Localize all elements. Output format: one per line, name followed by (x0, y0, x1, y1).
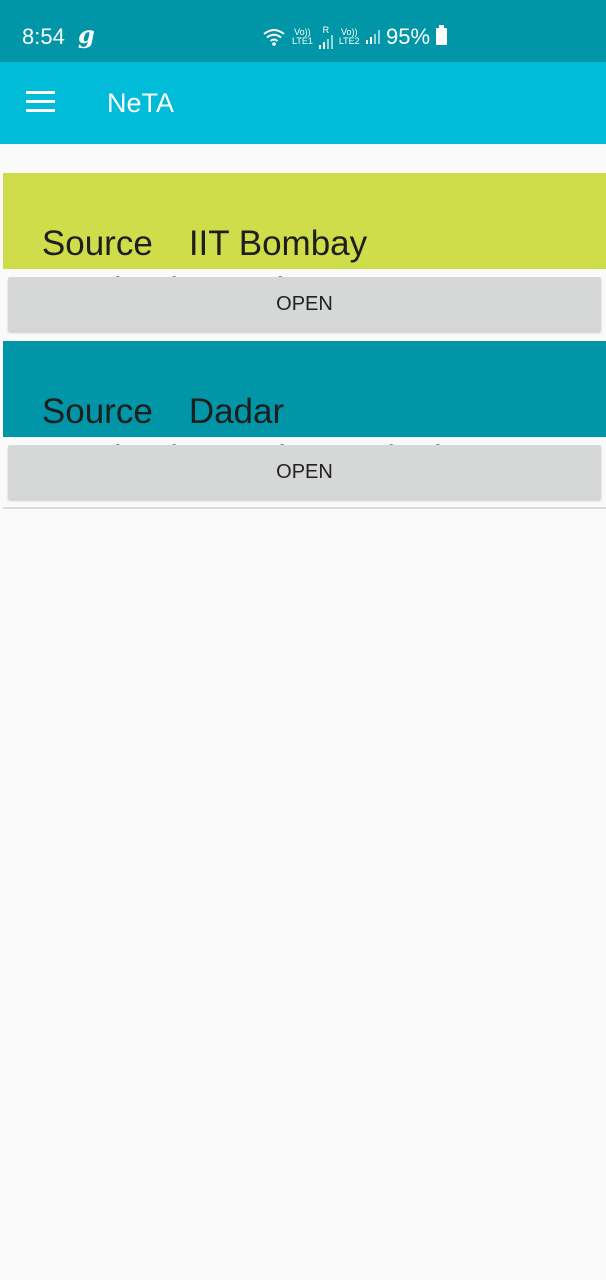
route-source-row: Source Dadar (3, 341, 606, 431)
status-bar: 8:54 g Vo)) LTE1 R Vo)) LTE2 95% (0, 0, 606, 62)
lte2-label: LTE2 (338, 36, 360, 46)
roaming-label: R (322, 24, 330, 35)
source-value: IIT Bombay (188, 224, 368, 263)
hamburger-menu-icon[interactable] (26, 91, 56, 115)
battery-icon (436, 25, 447, 45)
route-card: SourceIIT Bombay DestinationAirport (3, 173, 606, 310)
network-1-label: Vo)) LTE1 (292, 28, 313, 46)
open-button[interactable]: OPEN (8, 445, 601, 499)
source-label: Source (41, 224, 153, 263)
status-icons: Vo)) LTE1 R Vo)) LTE2 (262, 24, 380, 50)
lte1-label: LTE1 (292, 36, 313, 46)
app-bar: NeTA (0, 62, 606, 144)
source-label: Source (41, 392, 153, 431)
network-1-signal: R (318, 24, 333, 49)
signal-icon (318, 34, 333, 49)
signal-icon (365, 30, 380, 44)
route-source-row: Source IIT Bombay (3, 173, 606, 263)
notification-icon: g (78, 20, 95, 49)
route-card: SourceDadar DestinationHiranandani (3, 341, 606, 478)
source-value: Dadar (188, 392, 285, 431)
list-divider (3, 507, 606, 509)
status-time: 8:54 (22, 24, 65, 49)
battery-percent: 95% (386, 24, 431, 49)
wifi-icon (263, 29, 285, 46)
open-button[interactable]: OPEN (8, 277, 601, 331)
app-title: NeTA (107, 88, 175, 118)
network-2-label: Vo)) LTE2 (339, 28, 360, 46)
